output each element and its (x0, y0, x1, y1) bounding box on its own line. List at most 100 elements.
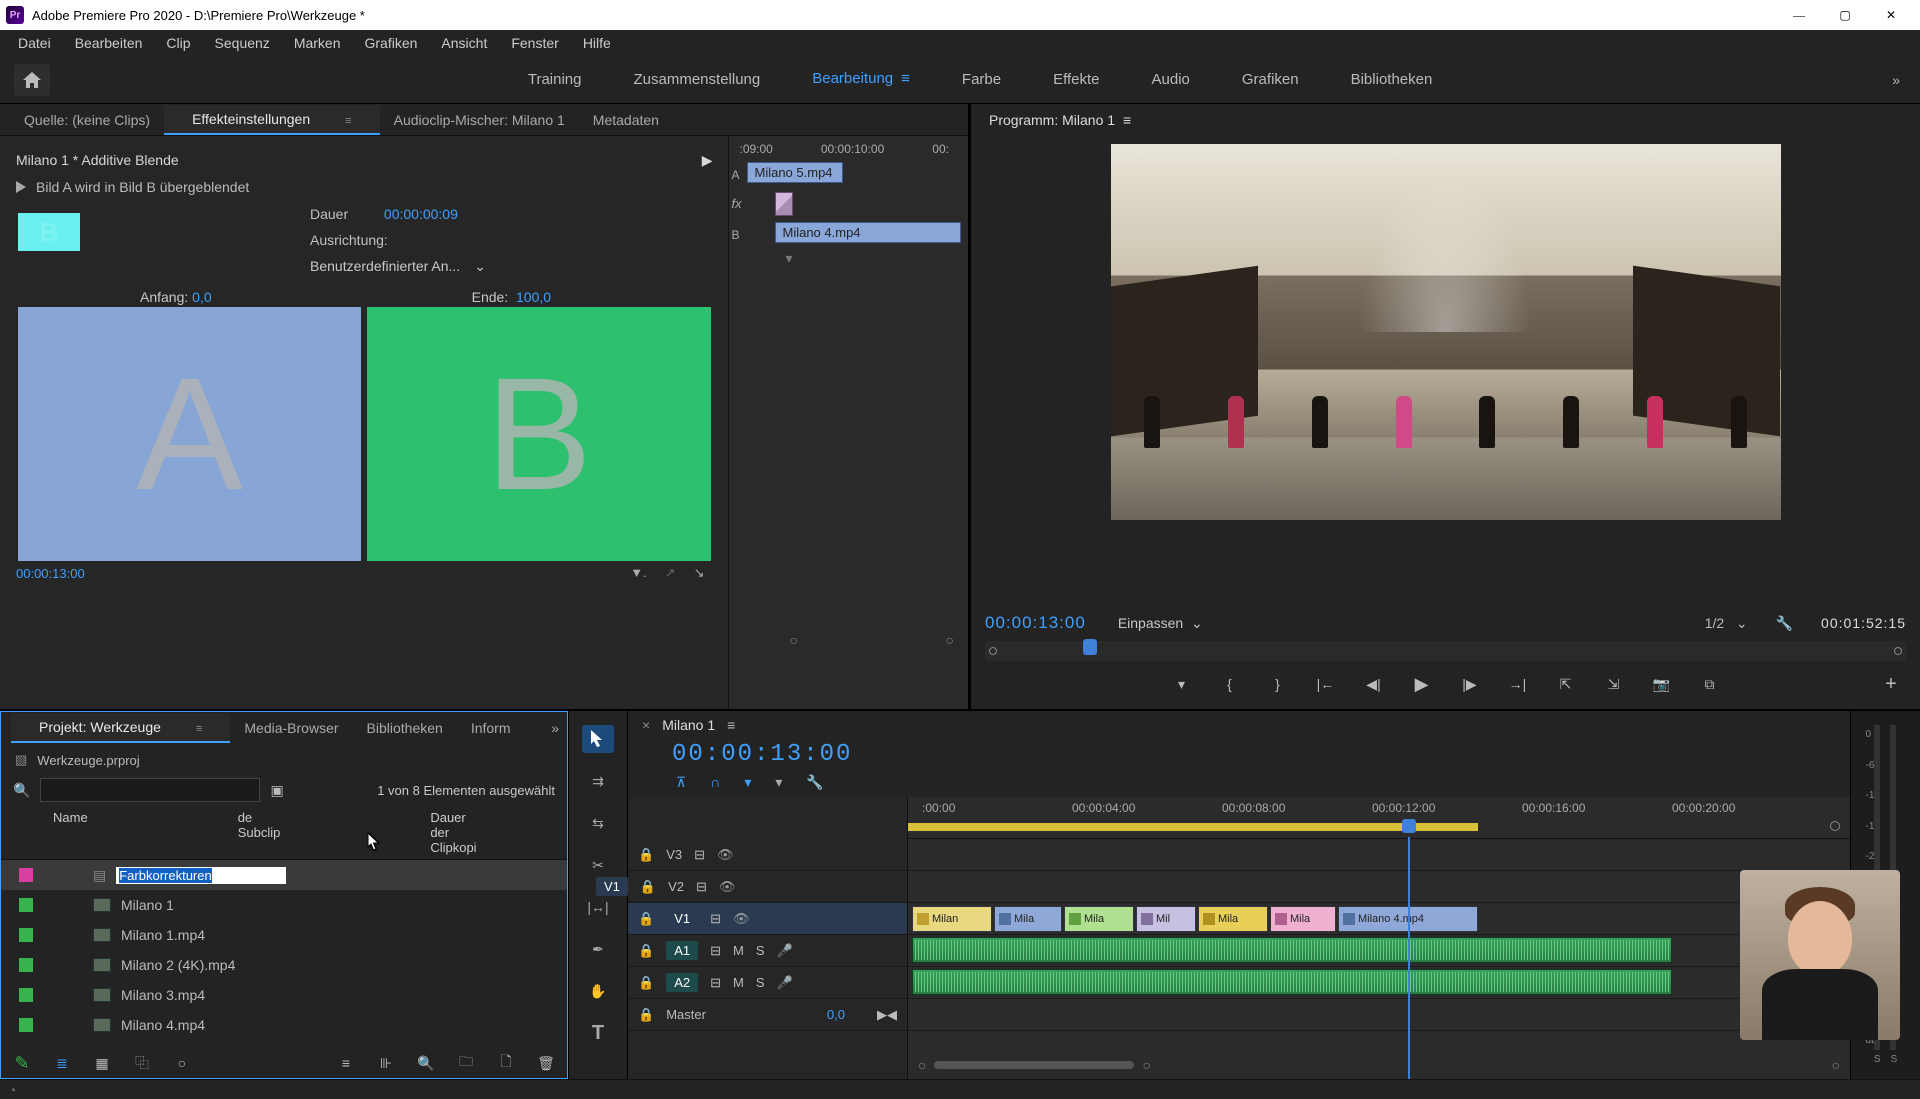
effect-bottom-tc[interactable]: 00:00:13:00 (16, 566, 85, 581)
lock-icon[interactable]: 🔒 (638, 1007, 654, 1023)
mark-out-icon[interactable]: } (1267, 673, 1289, 695)
work-area-bar[interactable] (908, 823, 1478, 831)
v1-clip[interactable]: Milan (912, 906, 992, 932)
home-button[interactable] (14, 64, 50, 96)
mini-clip-b[interactable]: Milano 4.mp4 (775, 222, 961, 243)
icon-view-icon[interactable]: ▦ (93, 1054, 111, 1072)
step-forward-icon[interactable]: |▶ (1459, 673, 1481, 695)
settings-icon[interactable]: 🔧 (806, 774, 823, 791)
add-marker-icon[interactable]: ▾ (1171, 673, 1193, 695)
col-name[interactable]: Name (53, 810, 88, 855)
tab-effekteinstellungen[interactable]: Effekteinstellungen ≡ (164, 105, 380, 135)
v1-clip[interactable]: Mila (1064, 906, 1134, 932)
workspace-bearbeitung[interactable]: Bearbeitung≡ (812, 70, 910, 89)
master-label[interactable]: Master (666, 1007, 706, 1022)
new-item-icon[interactable]: 🗋 (497, 1054, 515, 1072)
label-chip[interactable] (19, 1018, 33, 1032)
tab-audioclip-mischer[interactable]: Audioclip-Mischer: Milano 1 (380, 106, 579, 134)
hamburger-icon[interactable]: ≡ (1123, 112, 1131, 128)
menu-ansicht[interactable]: Ansicht (429, 31, 499, 55)
maximize-button[interactable]: ▢ (1822, 0, 1868, 30)
lock-icon[interactable]: 🔒 (638, 943, 654, 959)
dauer-value[interactable]: 00:00:00:09 (384, 206, 458, 222)
track-label[interactable]: V3 (666, 847, 682, 862)
camera-icon[interactable]: ▣ (270, 782, 283, 799)
track-label[interactable]: V2 (668, 879, 684, 894)
fit-dropdown[interactable]: Einpassen ⌄ (1118, 615, 1203, 632)
anfang-value[interactable]: 0,0 (192, 289, 211, 305)
ausrichtung-dropdown[interactable]: Benutzerdefinierter An...⌄ (310, 253, 486, 279)
program-tc-left[interactable]: 00:00:13:00 (985, 613, 1086, 633)
project-row[interactable]: Milano 4.mp4 (1, 1010, 567, 1040)
label-chip[interactable] (19, 868, 33, 882)
program-monitor[interactable] (1111, 144, 1781, 520)
project-row[interactable]: Milano 2 (4K).mp4 (1, 950, 567, 980)
go-to-in-icon[interactable]: |← (1315, 673, 1337, 695)
expand-icon[interactable]: ▶◀ (877, 1007, 897, 1023)
sync-lock-icon[interactable]: ⊟ (710, 911, 721, 927)
sync-lock-icon[interactable]: ⊟ (710, 975, 721, 991)
track-select-tool[interactable]: ⇉ (582, 767, 614, 795)
workspace-effekte[interactable]: Effekte (1053, 70, 1099, 89)
project-row[interactable]: Milano 1 (1, 890, 567, 920)
add-marker-icon[interactable]: ▾ (744, 774, 751, 791)
go-to-out-icon[interactable]: →| (1507, 673, 1529, 695)
tab-metadaten[interactable]: Metadaten (579, 106, 673, 134)
add-button[interactable]: + (1880, 673, 1902, 695)
menu-marken[interactable]: Marken (282, 31, 353, 55)
linked-selection-icon[interactable]: ∩ (710, 774, 720, 791)
master-value[interactable]: 0,0 (827, 1007, 845, 1022)
zoom-handle-right-end[interactable]: ○ (1832, 1057, 1840, 1073)
v1-clip[interactable]: Mila (1198, 906, 1268, 932)
pen-icon[interactable]: ✎ (13, 1054, 31, 1072)
v1-clip[interactable]: Mila (994, 906, 1062, 932)
wrench-icon[interactable]: 🔧 (1776, 615, 1793, 632)
workspace-zusammenstellung[interactable]: Zusammenstellung (634, 70, 761, 89)
timeline-zoom-bar[interactable] (934, 1061, 1134, 1069)
mini-clip-a[interactable]: Milano 5.mp4 (747, 162, 843, 183)
find-icon[interactable]: 🔍 (417, 1054, 435, 1072)
solo-l[interactable]: S (1874, 1054, 1881, 1065)
workspace-training[interactable]: Training (528, 70, 582, 89)
trash-icon[interactable]: 🗑 (537, 1054, 555, 1072)
step-back-icon[interactable]: ◀| (1363, 673, 1385, 695)
menu-hilfe[interactable]: Hilfe (571, 31, 623, 55)
zoom-handle-right[interactable]: ○ (946, 632, 954, 648)
menu-bearbeiten[interactable]: Bearbeiten (63, 31, 155, 55)
record-icon[interactable]: 🎤 (777, 943, 793, 959)
source-v1[interactable]: V1 (596, 877, 628, 896)
razor-tool[interactable]: ✂ (582, 851, 614, 879)
track-label[interactable]: V1 (666, 909, 698, 928)
tab-inform[interactable]: Inform (457, 714, 525, 742)
record-icon[interactable]: 🎤 (777, 975, 793, 991)
track-label[interactable]: A1 (666, 941, 698, 960)
menu-datei[interactable]: Datei (6, 31, 63, 55)
zoom-handle-left[interactable]: ○ (918, 1057, 926, 1073)
eye-icon[interactable]: 👁 (719, 879, 736, 895)
comp-view-icon[interactable]: ⧉ (1699, 673, 1721, 695)
play-small-icon[interactable]: ▶ (702, 152, 713, 169)
sync-lock-icon[interactable]: ⊟ (710, 943, 721, 959)
label-chip[interactable] (19, 928, 33, 942)
sort-icon[interactable]: ≡ (337, 1054, 355, 1072)
menu-sequenz[interactable]: Sequenz (203, 31, 282, 55)
transition-indicator[interactable] (775, 192, 793, 216)
lock-icon[interactable]: 🔒 (638, 911, 654, 927)
export-icon[interactable]: ↗ (665, 565, 676, 581)
hand-tool[interactable]: ✋ (582, 977, 614, 1005)
zoom-handle-left[interactable]: ○ (789, 632, 797, 648)
freeform-view-icon[interactable]: ⿻ (133, 1054, 151, 1072)
v1-clip[interactable]: Mil (1136, 906, 1196, 932)
a2-clip[interactable] (912, 969, 1672, 995)
mark-in-icon[interactable]: { (1219, 673, 1241, 695)
hamburger-icon[interactable]: ≡ (727, 717, 735, 733)
export-frame-icon[interactable]: 📷 (1651, 673, 1673, 695)
list-view-icon[interactable]: ≣ (53, 1054, 71, 1072)
solo-r[interactable]: S (1891, 1054, 1898, 1065)
workspace-bibliotheken[interactable]: Bibliotheken (1351, 70, 1433, 89)
workspace-grafiken[interactable]: Grafiken (1242, 70, 1299, 89)
hamburger-icon[interactable]: ≡ (901, 70, 910, 87)
tab-bibliotheken[interactable]: Bibliotheken (353, 714, 457, 742)
playhead[interactable] (1408, 837, 1410, 1079)
workspace-more-button[interactable]: » (1892, 72, 1920, 88)
